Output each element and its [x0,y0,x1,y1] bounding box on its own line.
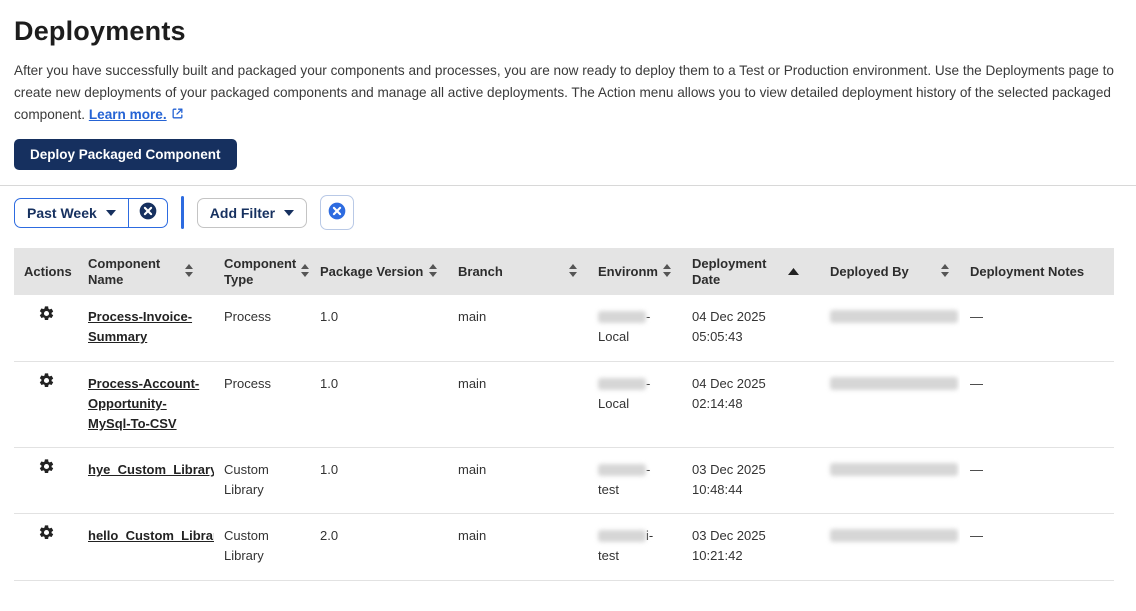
environment-cell: i-test [588,513,682,581]
filter-bar: Past Week Add Filter [14,186,1114,239]
actions-gear-icon[interactable] [38,305,55,322]
sort-icon[interactable] [662,263,672,281]
branch-cell: main [448,513,588,581]
environment-cell: -Local [588,295,682,362]
redacted-deployed-by [830,310,958,324]
redacted-deployed-by [830,376,958,390]
redacted-environment [598,311,646,324]
branch-cell: main [448,361,588,448]
redacted-environment [598,377,646,390]
component-type-cell: Custom Library [214,513,310,581]
sort-icon[interactable] [428,263,438,281]
sort-icon[interactable] [568,263,578,281]
column-header-component-type[interactable]: Component Type [214,248,310,296]
sort-icon[interactable] [300,263,310,281]
clear-all-filters-button[interactable] [320,195,355,231]
actions-gear-icon[interactable] [38,458,55,475]
column-header-environment[interactable]: Environment [588,248,682,296]
deployment-date-cell: 04 Dec 2025 02:14:48 [682,361,820,448]
deployed-by-cell [820,513,960,581]
date-filter-pill: Past Week [14,197,168,228]
x-circle-icon [138,201,158,224]
column-header-component-name[interactable]: Component Name [78,248,214,296]
deployment-date-cell: 03 Dec 2025 10:48:44 [682,447,820,515]
actions-gear-icon[interactable] [38,524,55,541]
deployments-table: Actions Component Name Component Type Pa… [14,248,1114,581]
column-header-deployed-by[interactable]: Deployed By [820,248,960,296]
package-version-cell: 1.0 [310,447,448,515]
actions-gear-icon[interactable] [38,372,55,389]
column-header-branch[interactable]: Branch [448,248,588,296]
environment-cell: -Local [588,361,682,448]
deployment-notes-cell: — [960,295,1114,362]
branch-cell: main [448,295,588,362]
deployed-by-cell [820,447,960,515]
column-header-actions: Actions [14,248,78,296]
page-title: Deployments [14,16,186,46]
component-name-link[interactable]: hello_Custom_Library [88,528,214,543]
filter-group-divider [180,196,184,230]
package-version-cell: 1.0 [310,361,448,448]
component-name-link[interactable]: Process-Account-Opportunity-MySql-To-CSV [88,376,199,431]
component-type-cell: Custom Library [214,447,310,515]
external-link-icon [171,108,184,123]
column-header-package-version[interactable]: Package Version [310,248,448,296]
date-filter-label: Past Week [27,204,97,221]
component-type-cell: Process [214,295,310,362]
page-description: After you have successfully built and pa… [14,60,1114,126]
package-version-cell: 2.0 [310,513,448,581]
add-filter-dropdown[interactable]: Add Filter [198,199,306,227]
table-row: Process-Invoice-Summary Process 1.0 main… [14,295,1114,362]
component-type-cell: Process [214,361,310,448]
chevron-down-icon [105,209,116,216]
learn-more-link[interactable]: Learn more. [89,107,167,122]
redacted-deployed-by [830,462,958,476]
table-header-row: Actions Component Name Component Type Pa… [14,248,1114,296]
deployed-by-cell [820,361,960,448]
deployment-notes-cell: — [960,361,1114,448]
redacted-environment [598,463,646,476]
sort-icon[interactable] [184,263,194,281]
column-header-deployment-notes: Deployment Notes [960,248,1114,296]
deployment-notes-cell: — [960,513,1114,581]
sort-icon[interactable] [940,263,950,281]
deploy-packaged-component-button[interactable]: Deploy Packaged Component [14,139,237,171]
environment-cell: - test [588,447,682,515]
redacted-environment [598,530,646,543]
deployments-page: Deployments After you have successfully … [0,0,1136,611]
add-filter-pill: Add Filter [196,197,308,228]
column-header-deployment-date[interactable]: Deployment Date [682,248,820,296]
branch-cell: main [448,447,588,515]
deployed-by-cell [820,295,960,362]
deployment-date-cell: 04 Dec 2025 05:05:43 [682,295,820,362]
x-circle-icon [327,201,347,224]
date-filter-dropdown[interactable]: Past Week [15,199,128,227]
redacted-deployed-by [830,529,958,543]
table-row: Process-Account-Opportunity-MySql-To-CSV… [14,361,1114,448]
package-version-cell: 1.0 [310,295,448,362]
table-row: hye_Custom_Library Custom Library 1.0 ma… [14,447,1114,515]
deployment-date-cell: 03 Dec 2025 10:21:42 [682,513,820,581]
date-filter-clear-button[interactable] [127,198,167,227]
deployment-notes-cell: — [960,447,1114,515]
chevron-down-icon [284,209,295,216]
add-filter-label: Add Filter [209,204,276,221]
component-name-link[interactable]: Process-Invoice-Summary [88,309,192,344]
table-row: hello_Custom_Library Custom Library 2.0 … [14,513,1114,581]
sort-asc-icon[interactable] [788,264,799,279]
component-name-link[interactable]: hye_Custom_Library [88,462,214,477]
